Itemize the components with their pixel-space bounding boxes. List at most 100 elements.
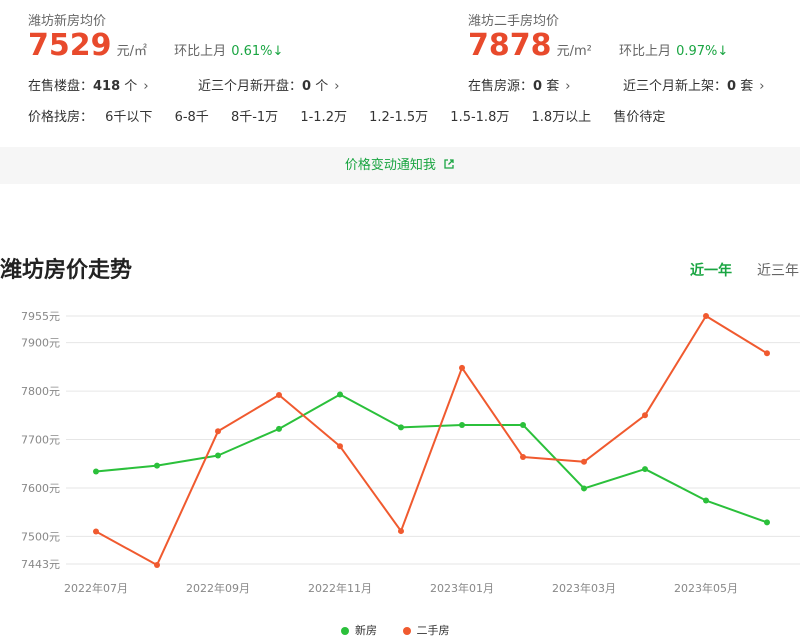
second-house-stat-onsale[interactable]: 在售房源：0 套 › — [468, 75, 570, 94]
x-tick-label: 2022年07月 — [64, 581, 128, 595]
stat-label: 近三个月新开盘： — [198, 79, 303, 94]
stat-label: 近三个月新上架： — [623, 79, 728, 94]
legend-dot-new — [341, 627, 349, 635]
chevron-right-icon: › — [565, 79, 571, 94]
second-house-mom-value: 0.97%↓ — [676, 44, 729, 59]
second-house-point — [398, 528, 404, 535]
y-tick-label: 7500元 — [21, 530, 60, 543]
price-option-15k-18k[interactable]: 1.5-1.8万 — [450, 110, 509, 125]
price-trend-chart: 7443元 7500元 7600元 7700元 7800元 7900元 7955元 2022… — [21, 310, 800, 595]
new-house-point — [520, 421, 526, 428]
y-axis-ticks: 7443元 7500元 7600元 7700元 7800元 7900元 7955元 — [21, 310, 60, 571]
second-house-unit: 元/m² — [556, 44, 592, 59]
price-option-10k-12k[interactable]: 1-1.2万 — [300, 110, 347, 125]
legend-label-second: 二手房 — [416, 624, 450, 637]
new-house-stat-onsale[interactable]: 在售楼盘：418 个 › — [28, 75, 149, 94]
stat-suffix: 个 — [315, 79, 329, 94]
trend-section-title: 潍坊房价走势 — [0, 258, 133, 283]
second-house-price: 7878 — [468, 28, 552, 63]
new-house-point — [337, 391, 343, 398]
second-house-point — [276, 391, 282, 398]
price-filter-label: 价格找房： — [28, 110, 94, 125]
second-house-point — [764, 350, 770, 357]
tab-one-year[interactable]: 近一年 — [690, 260, 732, 280]
second-house-stat-new-listing[interactable]: 近三个月新上架：0 套 › — [623, 75, 764, 94]
second-house-point — [581, 458, 587, 465]
second-house-series-line — [95, 315, 768, 566]
chart-series — [93, 313, 770, 568]
y-tick-label: 7443元 — [21, 558, 60, 571]
second-house-mom-label: 环比上月 — [618, 44, 671, 59]
new-house-point — [215, 452, 221, 459]
y-tick-label: 7700元 — [21, 434, 60, 447]
tab-three-years[interactable]: 近三年 — [757, 260, 799, 280]
new-house-mom-label: 环比上月 — [174, 44, 227, 59]
notify-bar: 价格变动通知我 — [0, 147, 800, 184]
new-house-point — [642, 466, 648, 473]
stat-value: 418 — [93, 79, 121, 94]
new-house-point — [276, 425, 282, 432]
price-option-tbd[interactable]: 售价待定 — [613, 110, 665, 125]
new-house-mom-value: 0.61%↓ — [231, 44, 284, 59]
new-house-stat-new-opening[interactable]: 近三个月新开盘：0 个 › — [198, 75, 339, 94]
new-house-point — [764, 519, 770, 526]
second-house-point — [215, 428, 221, 435]
stat-label: 在售房源： — [468, 79, 534, 94]
second-house-point — [459, 364, 465, 371]
x-tick-label: 2022年09月 — [186, 581, 250, 595]
second-house-point — [154, 561, 160, 568]
chart-grid — [66, 315, 800, 565]
y-tick-label: 7900元 — [21, 337, 60, 350]
legend-dot-second — [402, 627, 411, 635]
stat-suffix: 套 — [546, 79, 560, 94]
new-house-point — [459, 421, 465, 428]
external-link-icon — [444, 159, 454, 169]
new-house-point — [93, 468, 99, 475]
stat-suffix: 套 — [740, 79, 754, 94]
chevron-right-icon: › — [143, 79, 149, 94]
legend-label-new: 新房 — [355, 624, 377, 637]
new-house-point — [581, 485, 587, 492]
second-house-point — [703, 313, 709, 319]
new-house-point — [398, 424, 404, 431]
new-house-series-line — [95, 393, 768, 524]
price-option-12k-15k[interactable]: 1.2-1.5万 — [369, 110, 428, 125]
price-option-under-6k[interactable]: 6千以下 — [105, 110, 152, 125]
second-house-point — [337, 443, 343, 450]
second-house-point — [520, 453, 526, 460]
price-option-over-18k[interactable]: 1.8万以上 — [531, 110, 591, 125]
second-house-title: 潍坊二手房均价 — [468, 14, 560, 29]
second-house-price-block: 7878 元/m² 环比上月 0.97%↓ — [468, 28, 728, 63]
legend-item-new[interactable]: 新房 — [341, 624, 381, 637]
stat-value: 0 — [533, 79, 543, 94]
stat-value: 0 — [302, 79, 312, 94]
legend-item-second[interactable]: 二手房 — [402, 624, 450, 637]
new-house-price: 7529 — [28, 28, 112, 63]
y-tick-label: 7955元 — [21, 310, 60, 323]
price-change-notify-link[interactable]: 价格变动通知我 — [0, 147, 800, 184]
second-house-point — [93, 528, 99, 535]
second-house-point — [642, 412, 648, 419]
new-house-price-block: 7529 元/㎡ 环比上月 0.61%↓ — [28, 28, 283, 63]
x-axis-ticks: 2022年07月 2022年09月 2022年11月 2023年01月 2023年03月… — [64, 581, 738, 595]
y-tick-label: 7800元 — [21, 385, 60, 398]
price-option-8k-10k[interactable]: 8千-1万 — [231, 110, 278, 125]
x-tick-label: 2023年05月 — [674, 581, 738, 595]
chevron-right-icon: › — [334, 79, 340, 94]
stat-label: 在售楼盘： — [28, 79, 94, 94]
x-tick-label: 2023年01月 — [430, 581, 494, 595]
legend: 新房 二手房 — [341, 622, 450, 638]
stat-value: 0 — [727, 79, 737, 94]
x-tick-label: 2023年03月 — [552, 581, 616, 595]
stat-suffix: 个 — [124, 79, 138, 94]
new-house-title: 潍坊新房均价 — [28, 14, 107, 29]
new-house-point — [703, 497, 709, 504]
price-filter: 价格找房： 6千以下 6-8千 8千-1万 1-1.2万 1.2-1.5万 1.… — [28, 106, 683, 125]
chevron-right-icon: › — [759, 79, 765, 94]
new-house-point — [154, 462, 160, 469]
x-tick-label: 2022年11月 — [308, 581, 372, 595]
y-tick-label: 7600元 — [21, 482, 60, 495]
notify-label: 价格变动通知我 — [344, 158, 436, 173]
price-option-6-8k[interactable]: 6-8千 — [175, 110, 209, 125]
new-house-unit: 元/㎡ — [116, 44, 147, 59]
